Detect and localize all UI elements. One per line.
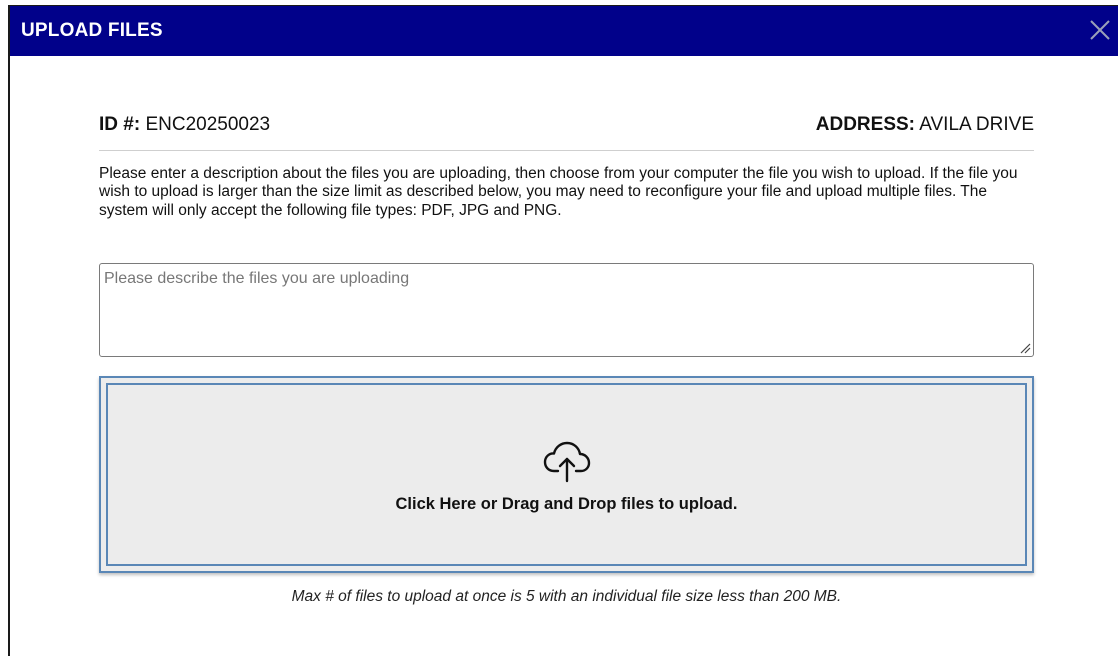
- description-placeholder: Please describe the files you are upload…: [104, 270, 410, 287]
- upload-instructions: Please enter a description about the fil…: [99, 165, 1018, 219]
- id-value: ENC20250023: [145, 114, 271, 135]
- dropzone-inner-border: Click Here or Drag and Drop files to upl…: [106, 383, 1027, 566]
- dialog-titlebar: UPLOAD FILES: [10, 6, 1118, 56]
- record-info-row: ID #: ENC20250023 ADDRESS: AVILA DRIVE: [99, 114, 1034, 151]
- close-button[interactable]: [1086, 16, 1114, 44]
- resize-grip-icon[interactable]: [1019, 342, 1031, 354]
- id-label: ID #:: [99, 114, 141, 135]
- record-id: ID #: ENC20250023: [99, 114, 270, 136]
- address-value: AVILA DRIVE: [919, 114, 1034, 135]
- upload-files-dialog: UPLOAD FILES ID #: ENC20250023 ADDRESS: …: [8, 5, 1118, 656]
- upload-limit-note: Max # of files to upload at once is 5 wi…: [291, 588, 842, 605]
- description-textarea[interactable]: Please describe the files you are upload…: [99, 263, 1034, 357]
- dropzone-label: Click Here or Drag and Drop files to upl…: [395, 495, 738, 513]
- cloud-upload-icon: [543, 441, 590, 483]
- file-dropzone[interactable]: Click Here or Drag and Drop files to upl…: [99, 376, 1034, 573]
- close-icon: [1090, 20, 1110, 40]
- address-label: ADDRESS:: [815, 114, 915, 135]
- dialog-title: UPLOAD FILES: [21, 20, 163, 41]
- record-address: ADDRESS: AVILA DRIVE: [816, 114, 1034, 136]
